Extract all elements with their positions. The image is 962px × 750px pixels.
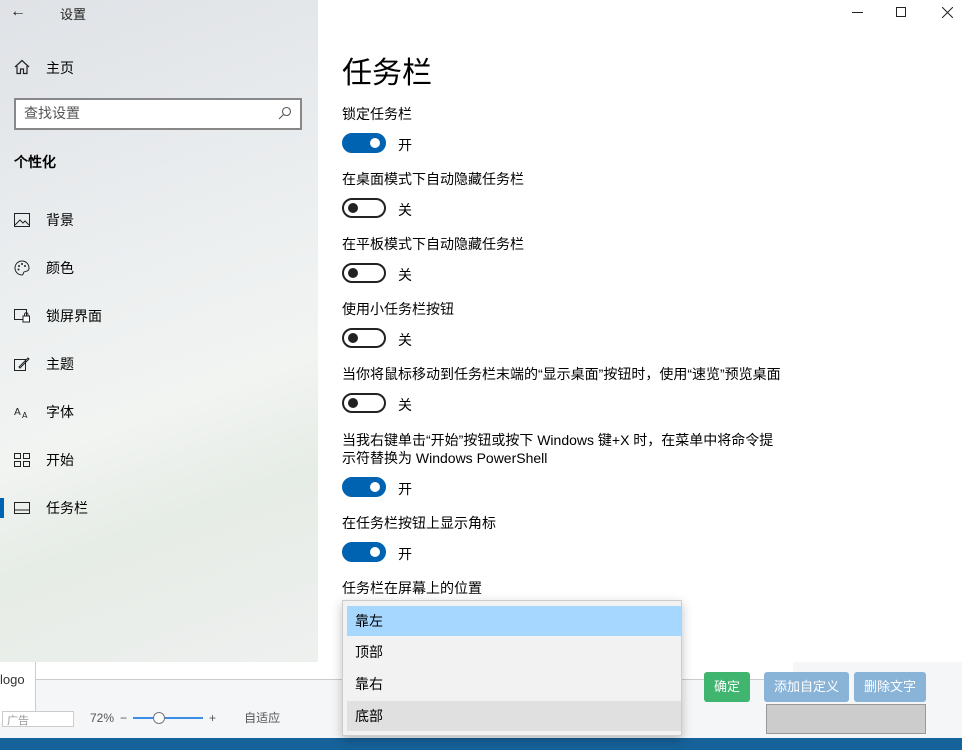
- delete-text-button[interactable]: 删除文字: [854, 672, 927, 702]
- search-field[interactable]: [14, 98, 302, 130]
- toggle-lock-taskbar[interactable]: [342, 133, 386, 153]
- minimize-button[interactable]: [834, 0, 880, 24]
- close-icon: [941, 6, 953, 18]
- sidebar-item-lock-screen[interactable]: 锁屏界面: [0, 294, 318, 338]
- toggle-badges[interactable]: [342, 542, 386, 562]
- setting-label-powershell-line2: 示符替换为 Windows PowerShell: [342, 450, 548, 466]
- close-button[interactable]: [924, 0, 962, 24]
- settings-window: ← 设置 主页 个性化 背景 颜色: [0, 0, 962, 662]
- ok-button[interactable]: 确定: [704, 672, 751, 702]
- lock-screen-icon: [14, 308, 30, 324]
- sidebar-item-fonts[interactable]: AA 字体: [0, 390, 318, 434]
- sidebar-item-label: 主页: [46, 60, 74, 76]
- font-icon: AA: [14, 404, 30, 420]
- setting-label-badges: 在任务栏按钮上显示角标: [342, 515, 496, 531]
- minimize-icon: [851, 11, 863, 13]
- section-label: 个性化: [14, 154, 56, 170]
- toggle-state-text: 开: [398, 481, 412, 497]
- dropdown-option-left[interactable]: 靠左: [347, 606, 681, 636]
- sidebar-item-colors[interactable]: 颜色: [0, 246, 318, 290]
- sidebar-item-start[interactable]: 开始: [0, 438, 318, 482]
- zoom-value: 72%: [90, 710, 115, 725]
- toggle-knob: [370, 482, 380, 492]
- toggle-small-buttons[interactable]: [342, 328, 386, 348]
- start-icon: [14, 452, 30, 468]
- toggle-state-text: 关: [398, 267, 412, 283]
- picture-icon: [14, 212, 30, 228]
- sidebar-item-label: 任务栏: [46, 500, 88, 516]
- toggle-state-text: 关: [398, 202, 412, 218]
- fit-label[interactable]: 自适应: [244, 709, 280, 726]
- toggle-knob: [348, 333, 358, 343]
- sidebar-item-label: 字体: [46, 404, 74, 420]
- setting-label-autohide-desktop: 在桌面模式下自动隐藏任务栏: [342, 171, 524, 187]
- toggle-autohide-desktop[interactable]: [342, 198, 386, 218]
- toggle-knob: [370, 547, 380, 557]
- zoom-in-icon[interactable]: +: [209, 711, 216, 725]
- back-arrow-icon[interactable]: ←: [10, 2, 34, 22]
- setting-label-autohide-tablet: 在平板模式下自动隐藏任务栏: [342, 236, 524, 252]
- background-logo-text: logo: [0, 672, 25, 687]
- toggle-state-text: 开: [398, 137, 412, 153]
- sidebar-item-taskbar[interactable]: 任务栏: [0, 486, 318, 530]
- content-pane: [318, 0, 962, 662]
- sidebar-item-background[interactable]: 背景: [0, 198, 318, 242]
- sidebar-item-label: 主题: [46, 356, 74, 372]
- dropdown-option-top[interactable]: 顶部: [347, 637, 681, 667]
- sidebar-item-label: 锁屏界面: [46, 308, 102, 324]
- search-input[interactable]: [24, 105, 264, 121]
- toggle-state-text: 关: [398, 397, 412, 413]
- sidebar-item-label: 开始: [46, 452, 74, 468]
- toggle-knob: [348, 398, 358, 408]
- zoom-slider[interactable]: [133, 711, 204, 724]
- toggle-knob: [370, 138, 380, 148]
- background-zoom-bar: 72% − + 自适应: [90, 709, 280, 726]
- taskbar-icon: [14, 500, 30, 516]
- dropdown-option-right[interactable]: 靠右: [347, 669, 681, 699]
- window-title: 设置: [60, 7, 87, 22]
- desktop-bottom: [0, 738, 962, 750]
- toggle-peek[interactable]: [342, 393, 386, 413]
- toggle-state-text: 关: [398, 332, 412, 348]
- position-dropdown-menu[interactable]: 靠左 顶部 靠右 底部: [342, 600, 682, 736]
- toggle-state-text: 开: [398, 546, 412, 562]
- svg-text:A: A: [22, 411, 28, 419]
- zoom-knob[interactable]: [153, 711, 166, 724]
- toggle-knob: [348, 203, 358, 213]
- background-ad-badge: 广告: [2, 711, 74, 727]
- dropdown-option-bottom[interactable]: 底部: [347, 701, 681, 731]
- toggle-autohide-tablet[interactable]: [342, 263, 386, 283]
- zoom-out-icon[interactable]: −: [120, 711, 127, 725]
- search-icon[interactable]: [278, 106, 292, 120]
- theme-icon: [14, 356, 30, 372]
- setting-label-small-buttons: 使用小任务栏按钮: [342, 301, 454, 317]
- home-icon: [14, 59, 32, 77]
- maximize-icon: [896, 7, 906, 17]
- setting-label-peek: 当你将鼠标移动到任务栏末端的“显示桌面”按钮时，使用“速览”预览桌面: [342, 366, 781, 382]
- maximize-button[interactable]: [878, 0, 924, 24]
- sidebar-item-themes[interactable]: 主题: [0, 342, 318, 386]
- sidebar: ← 设置 主页 个性化 背景 颜色: [0, 0, 318, 662]
- svg-text:A: A: [14, 407, 21, 418]
- palette-icon: [14, 260, 30, 276]
- add-custom-button[interactable]: 添加自定义: [764, 672, 850, 702]
- sidebar-item-label: 背景: [46, 212, 74, 228]
- toggle-knob: [348, 268, 358, 278]
- toggle-powershell[interactable]: [342, 477, 386, 497]
- sidebar-item-home[interactable]: 主页: [14, 58, 74, 78]
- sidebar-item-label: 颜色: [46, 260, 74, 276]
- setting-label-position: 任务栏在屏幕上的位置: [342, 580, 482, 596]
- setting-label-lock-taskbar: 锁定任务栏: [342, 106, 412, 122]
- background-box: [766, 704, 926, 734]
- page-title: 任务栏: [342, 57, 432, 90]
- setting-label-powershell-line1: 当我右键单击“开始”按钮或按下 Windows 键+X 时，在菜单中将命令提: [342, 432, 774, 448]
